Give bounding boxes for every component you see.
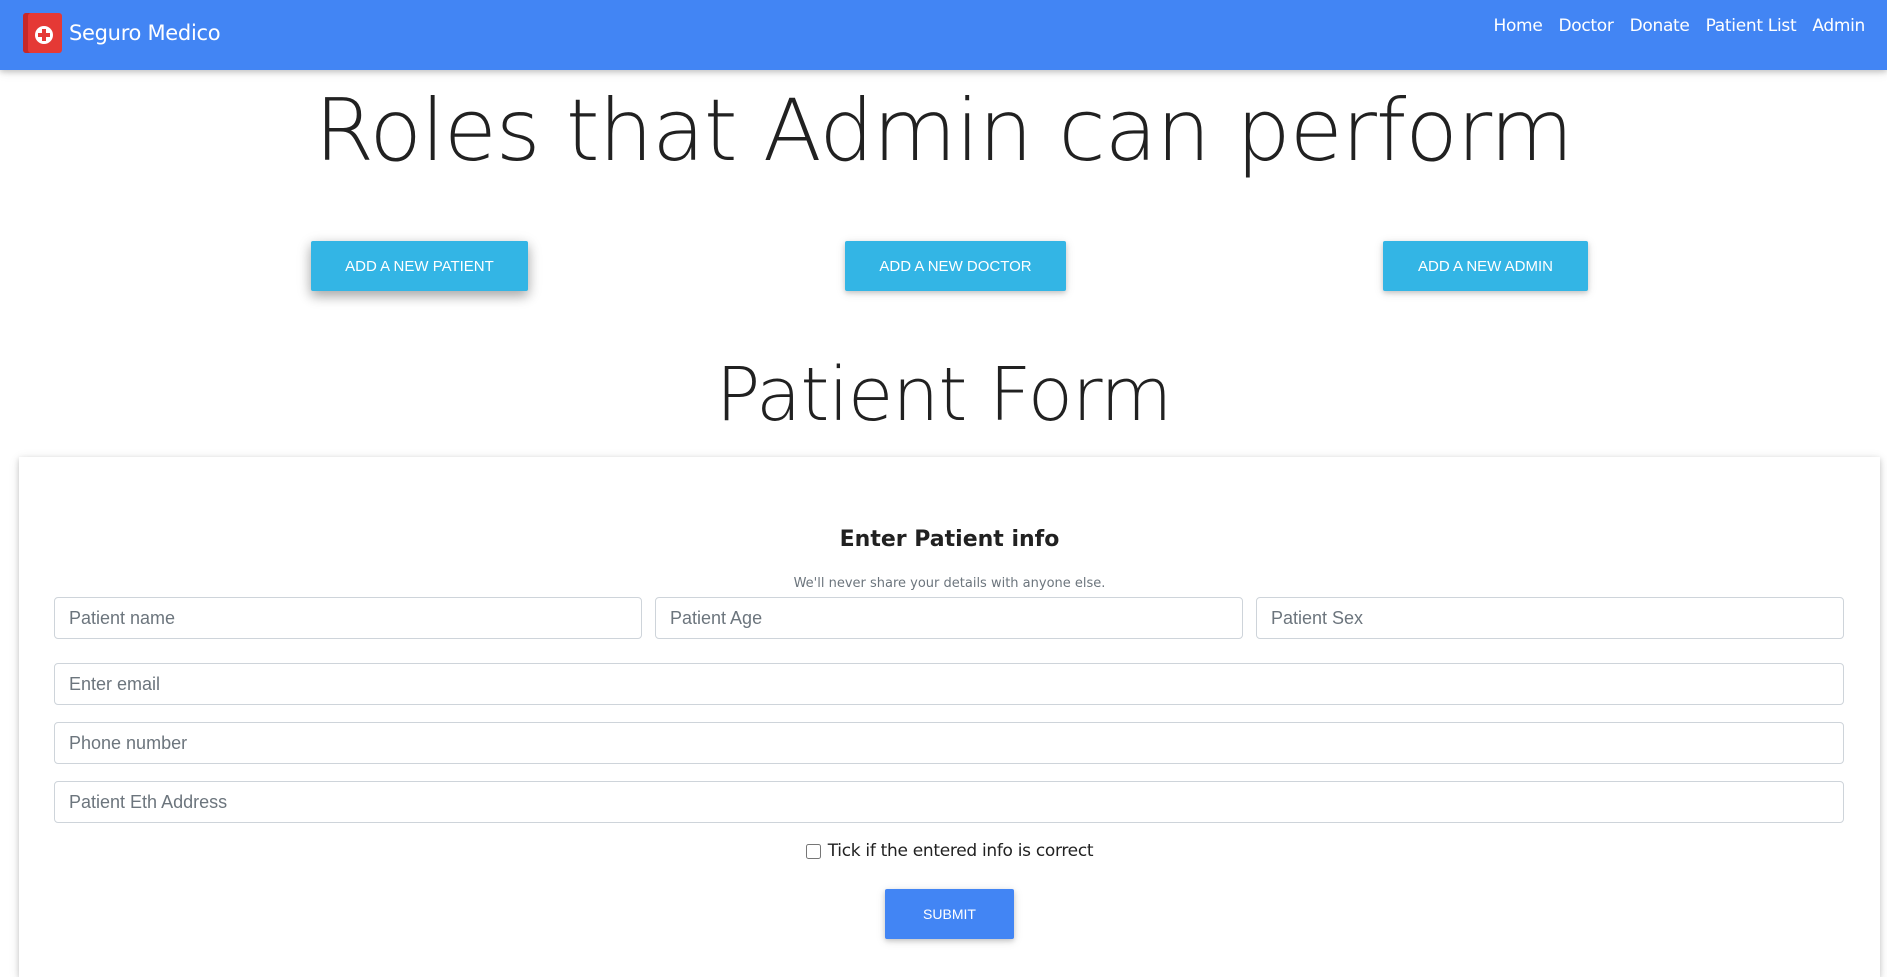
nav-link-admin[interactable]: Admin — [1804, 16, 1873, 36]
email-input[interactable] — [54, 663, 1844, 705]
privacy-note: We'll never share your details with anyo… — [793, 576, 1106, 591]
nav-link-home[interactable]: Home — [1485, 16, 1550, 36]
eth-address-input[interactable] — [54, 781, 1844, 823]
brand-name: Seguro Medico — [69, 21, 221, 45]
medical-cross-icon — [23, 13, 62, 53]
confirm-label[interactable]: Tick if the entered info is correct — [828, 841, 1094, 861]
submit-button[interactable]: SUBMIT — [885, 889, 1014, 939]
form-title: Patient Form — [715, 352, 1173, 438]
page-title: Roles that Admin can perform — [314, 81, 1573, 181]
add-doctor-button[interactable]: ADD A NEW DOCTOR — [845, 241, 1066, 291]
confirm-checkbox[interactable] — [805, 843, 821, 859]
patient-form-card: Enter Patient info We'll never share you… — [19, 457, 1880, 977]
patient-age-input[interactable] — [655, 597, 1243, 639]
nav-link-doctor[interactable]: Doctor — [1550, 16, 1621, 36]
form-heading: Enter Patient info — [839, 527, 1060, 552]
add-admin-button[interactable]: ADD A NEW ADMIN — [1383, 241, 1588, 291]
patient-name-input[interactable] — [54, 597, 642, 639]
confirm-row: Tick if the entered info is correct — [19, 841, 1880, 861]
navbar: Seguro Medico Home Doctor Donate Patient… — [0, 0, 1887, 70]
add-patient-button[interactable]: ADD A NEW PATIENT — [311, 241, 528, 291]
brand-link[interactable]: Seguro Medico — [23, 13, 221, 53]
nav-links: Home Doctor Donate Patient List Admin — [1485, 16, 1873, 36]
nav-link-patient-list[interactable]: Patient List — [1698, 16, 1805, 36]
patient-sex-input[interactable] — [1256, 597, 1844, 639]
phone-input[interactable] — [54, 722, 1844, 764]
nav-link-donate[interactable]: Donate — [1622, 16, 1698, 36]
